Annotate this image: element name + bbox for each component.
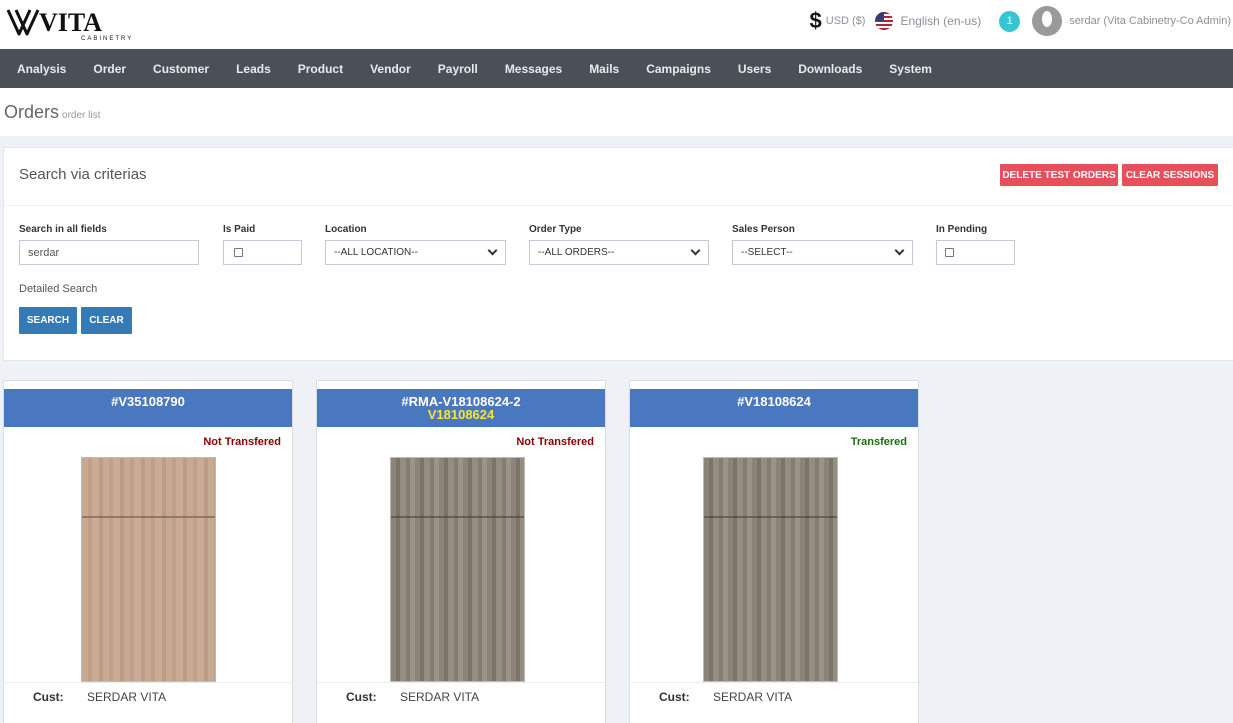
transfer-status: Not Transfered (203, 436, 281, 448)
order-card[interactable]: #RMA-V18108624-2 V18108624 Not Transfere… (316, 380, 606, 723)
customer-label: Cust: (346, 690, 377, 704)
order-id[interactable]: #V35108790 (111, 394, 185, 409)
location-label: Location (325, 224, 367, 235)
customer-name: SERDAR VITA (87, 690, 167, 704)
topbar-right: $ USD ($) English (en-us) 1 serdar (Vita… (810, 6, 1233, 36)
page-header: Orders order list (0, 88, 1233, 136)
door-rail (391, 516, 524, 518)
nav-item-payroll[interactable]: Payroll (438, 62, 478, 76)
language-selector[interactable]: English (en-us) (900, 14, 981, 28)
nav-item-customer[interactable]: Customer (153, 62, 209, 76)
svg-text:VITA: VITA (39, 8, 102, 37)
svg-text:CABINETRY: CABINETRY (81, 36, 133, 42)
order-type-label: Order Type (529, 224, 582, 235)
is-paid-checkbox[interactable] (234, 248, 243, 257)
notification-badge[interactable]: 1 (999, 10, 1021, 32)
top-bar: VITA CABINETRY $ USD ($) English (en-us)… (0, 0, 1233, 49)
door-rail (704, 516, 837, 518)
nav-item-users[interactable]: Users (738, 62, 771, 76)
vita-logo[interactable]: VITA CABINETRY (6, 6, 141, 42)
page-title: Orders order list (4, 102, 100, 123)
order-card-header: #RMA-V18108624-2 V18108624 (317, 389, 605, 427)
search-all-label: Search in all fields (19, 224, 107, 235)
nav-item-product[interactable]: Product (298, 62, 343, 76)
detailed-search-link[interactable]: Detailed Search (19, 283, 97, 295)
order-id[interactable]: #V18108624 (737, 394, 811, 409)
location-select[interactable]: --ALL LOCATION-- (325, 240, 506, 265)
transfer-status: Transfered (850, 436, 907, 448)
us-flag-icon (875, 12, 894, 30)
card-divider (317, 682, 605, 683)
search-button[interactable]: SEARCH (19, 307, 77, 334)
panel-divider (4, 205, 1233, 206)
order-card[interactable]: #V18108624 Transfered Cust: SERDAR VITA (629, 380, 919, 723)
customer-name: SERDAR VITA (713, 690, 793, 704)
card-divider (4, 682, 292, 683)
search-all-value: serdar (28, 246, 60, 259)
order-card-header: #V35108790 (4, 389, 292, 427)
door-rail (82, 516, 215, 518)
order-type-select[interactable]: --ALL ORDERS-- (529, 240, 709, 265)
order-reference[interactable]: V18108624 (317, 408, 605, 421)
sales-person-select[interactable]: --SELECT-- (732, 240, 913, 265)
in-pending-field (936, 240, 1015, 265)
sales-person-label: Sales Person (732, 224, 795, 235)
chevron-down-icon (487, 245, 498, 256)
order-card-header: #V18108624 (630, 389, 918, 427)
page-title-text: Orders (4, 102, 60, 122)
sales-person-select-value: --SELECT-- (741, 247, 793, 258)
is-paid-label: Is Paid (223, 224, 256, 235)
nav-item-system[interactable]: System (889, 62, 932, 76)
card-divider (630, 682, 918, 683)
customer-label: Cust: (659, 690, 690, 704)
search-panel: Search via criterias DELETE TEST ORDERS … (3, 147, 1233, 361)
door-product-image (390, 457, 525, 682)
location-select-value: --ALL LOCATION-- (334, 247, 418, 258)
order-type-select-value: --ALL ORDERS-- (538, 247, 615, 258)
nav-item-leads[interactable]: Leads (236, 62, 271, 76)
in-pending-label: In Pending (936, 224, 988, 235)
is-paid-field (223, 240, 302, 265)
transfer-status: Not Transfered (516, 436, 594, 448)
user-menu[interactable]: serdar (Vita Cabinetry-Co Admin) (1069, 15, 1231, 27)
nav-item-downloads[interactable]: Downloads (798, 62, 862, 76)
clear-button[interactable]: CLEAR (81, 307, 132, 334)
page-subtitle: order list (62, 110, 101, 121)
chevron-down-icon (894, 245, 905, 256)
search-panel-title: Search via criterias (19, 166, 147, 183)
dollar-icon: $ (809, 8, 822, 33)
customer-name: SERDAR VITA (400, 690, 480, 704)
nav-item-vendor[interactable]: Vendor (370, 62, 411, 76)
currency-selector[interactable]: USD ($) (826, 15, 866, 27)
nav-item-analysis[interactable]: Analysis (17, 62, 66, 76)
nav-item-campaigns[interactable]: Campaigns (646, 62, 711, 76)
search-all-input[interactable]: serdar (19, 240, 199, 265)
door-product-image (81, 457, 216, 682)
door-product-image (703, 457, 838, 682)
nav-item-order[interactable]: Order (93, 62, 126, 76)
clear-sessions-button[interactable]: CLEAR SESSIONS (1122, 164, 1218, 186)
nav-item-mails[interactable]: Mails (589, 62, 619, 76)
delete-test-orders-button[interactable]: DELETE TEST ORDERS (1000, 164, 1118, 186)
main-nav: Analysis Order Customer Leads Product Ve… (0, 49, 1233, 88)
chevron-down-icon (690, 245, 701, 256)
in-pending-checkbox[interactable] (945, 248, 954, 257)
customer-label: Cust: (33, 690, 64, 704)
nav-item-messages[interactable]: Messages (505, 62, 562, 76)
order-card[interactable]: #V35108790 Not Transfered Cust: SERDAR V… (3, 380, 293, 723)
avatar-icon[interactable] (1032, 6, 1063, 36)
